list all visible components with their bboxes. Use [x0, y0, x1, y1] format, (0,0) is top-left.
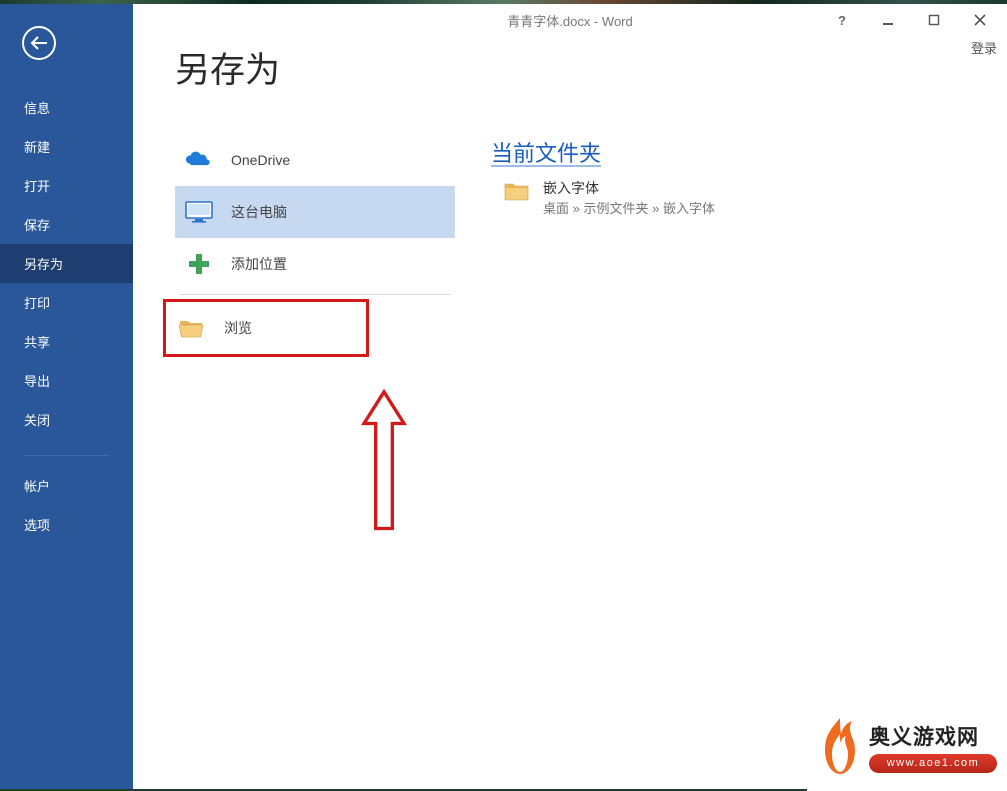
- titlebar-appname: Word: [602, 14, 633, 29]
- recent-folder-path: 桌面 » 示例文件夹 » 嵌入字体: [543, 198, 715, 217]
- titlebar: 青青字体.docx - Word ?: [133, 4, 1007, 36]
- location-label: 这台电脑: [231, 202, 287, 222]
- locations-divider: [179, 294, 451, 295]
- overlay-site-logo: 奥义游戏网 www.aoe1.com: [807, 703, 1007, 791]
- recent-folder-item[interactable]: 嵌入字体 桌面 » 示例文件夹 » 嵌入字体: [491, 174, 991, 217]
- page-title: 另存为: [175, 42, 280, 93]
- onedrive-icon: [185, 146, 213, 174]
- location-addplace[interactable]: 添加位置: [175, 238, 455, 290]
- saveas-locations: OneDrive 这台电脑: [175, 134, 455, 789]
- location-label: 浏览: [224, 318, 252, 338]
- sidebar-separator: [24, 455, 109, 456]
- help-button[interactable]: ?: [819, 4, 865, 36]
- main-area: 青青字体.docx - Word ? 登录 另存为: [133, 4, 1007, 789]
- folder-icon: [503, 180, 531, 205]
- close-button[interactable]: [957, 4, 1003, 36]
- content: 另存为 OneDrive: [133, 36, 1007, 789]
- sidebar-item-close[interactable]: 关闭: [0, 400, 133, 439]
- sidebar-nav: 信息 新建 打开 保存 另存为 打印 共享 导出 关闭 帐户 选项: [0, 88, 133, 544]
- add-icon: [185, 250, 213, 278]
- titlebar-filename: 青青字体.docx: [507, 14, 590, 29]
- right-column: 当前文件夹 嵌入字体 桌面 » 示例文件夹 » 嵌入字体: [455, 136, 991, 789]
- sidebar-item-save[interactable]: 保存: [0, 205, 133, 244]
- overlay-site-url: www.aoe1.com: [869, 754, 997, 773]
- sidebar-item-export[interactable]: 导出: [0, 361, 133, 400]
- sidebar-item-saveas[interactable]: 另存为: [0, 244, 133, 283]
- computer-icon: [185, 198, 213, 226]
- maximize-icon: [928, 14, 940, 26]
- location-onedrive[interactable]: OneDrive: [175, 134, 455, 186]
- maximize-button[interactable]: [911, 4, 957, 36]
- overlay-site-name: 奥义游戏网: [869, 721, 997, 751]
- titlebar-sep: -: [590, 14, 602, 29]
- folder-open-icon: [178, 314, 206, 342]
- location-browse[interactable]: 浏览: [168, 304, 364, 352]
- sidebar-item-options[interactable]: 选项: [0, 505, 133, 544]
- location-label: OneDrive: [231, 152, 290, 168]
- window-controls: ?: [819, 4, 1003, 36]
- flame-icon: [817, 716, 863, 778]
- location-label: 添加位置: [231, 254, 287, 274]
- sidebar-item-open[interactable]: 打开: [0, 166, 133, 205]
- location-thispc[interactable]: 这台电脑: [175, 186, 455, 238]
- back-button[interactable]: [22, 26, 56, 60]
- highlight-browse-callout: 浏览: [163, 299, 369, 357]
- sidebar-item-info[interactable]: 信息: [0, 88, 133, 127]
- word-backstage-app: 信息 新建 打开 保存 另存为 打印 共享 导出 关闭 帐户 选项 青青字体.d…: [0, 4, 1007, 789]
- backstage-sidebar: 信息 新建 打开 保存 另存为 打印 共享 导出 关闭 帐户 选项: [0, 4, 133, 789]
- sidebar-item-print[interactable]: 打印: [0, 283, 133, 322]
- current-folder-heading: 当前文件夹: [491, 136, 991, 168]
- desktop-background-top: [0, 0, 1007, 4]
- recent-folder-name: 嵌入字体: [543, 178, 715, 198]
- sidebar-item-share[interactable]: 共享: [0, 322, 133, 361]
- minimize-icon: [882, 14, 894, 26]
- minimize-button[interactable]: [865, 4, 911, 36]
- sidebar-item-account[interactable]: 帐户: [0, 466, 133, 505]
- arrow-left-icon: [30, 36, 48, 50]
- sidebar-item-new[interactable]: 新建: [0, 127, 133, 166]
- close-icon: [974, 14, 986, 26]
- help-icon: ?: [838, 13, 846, 28]
